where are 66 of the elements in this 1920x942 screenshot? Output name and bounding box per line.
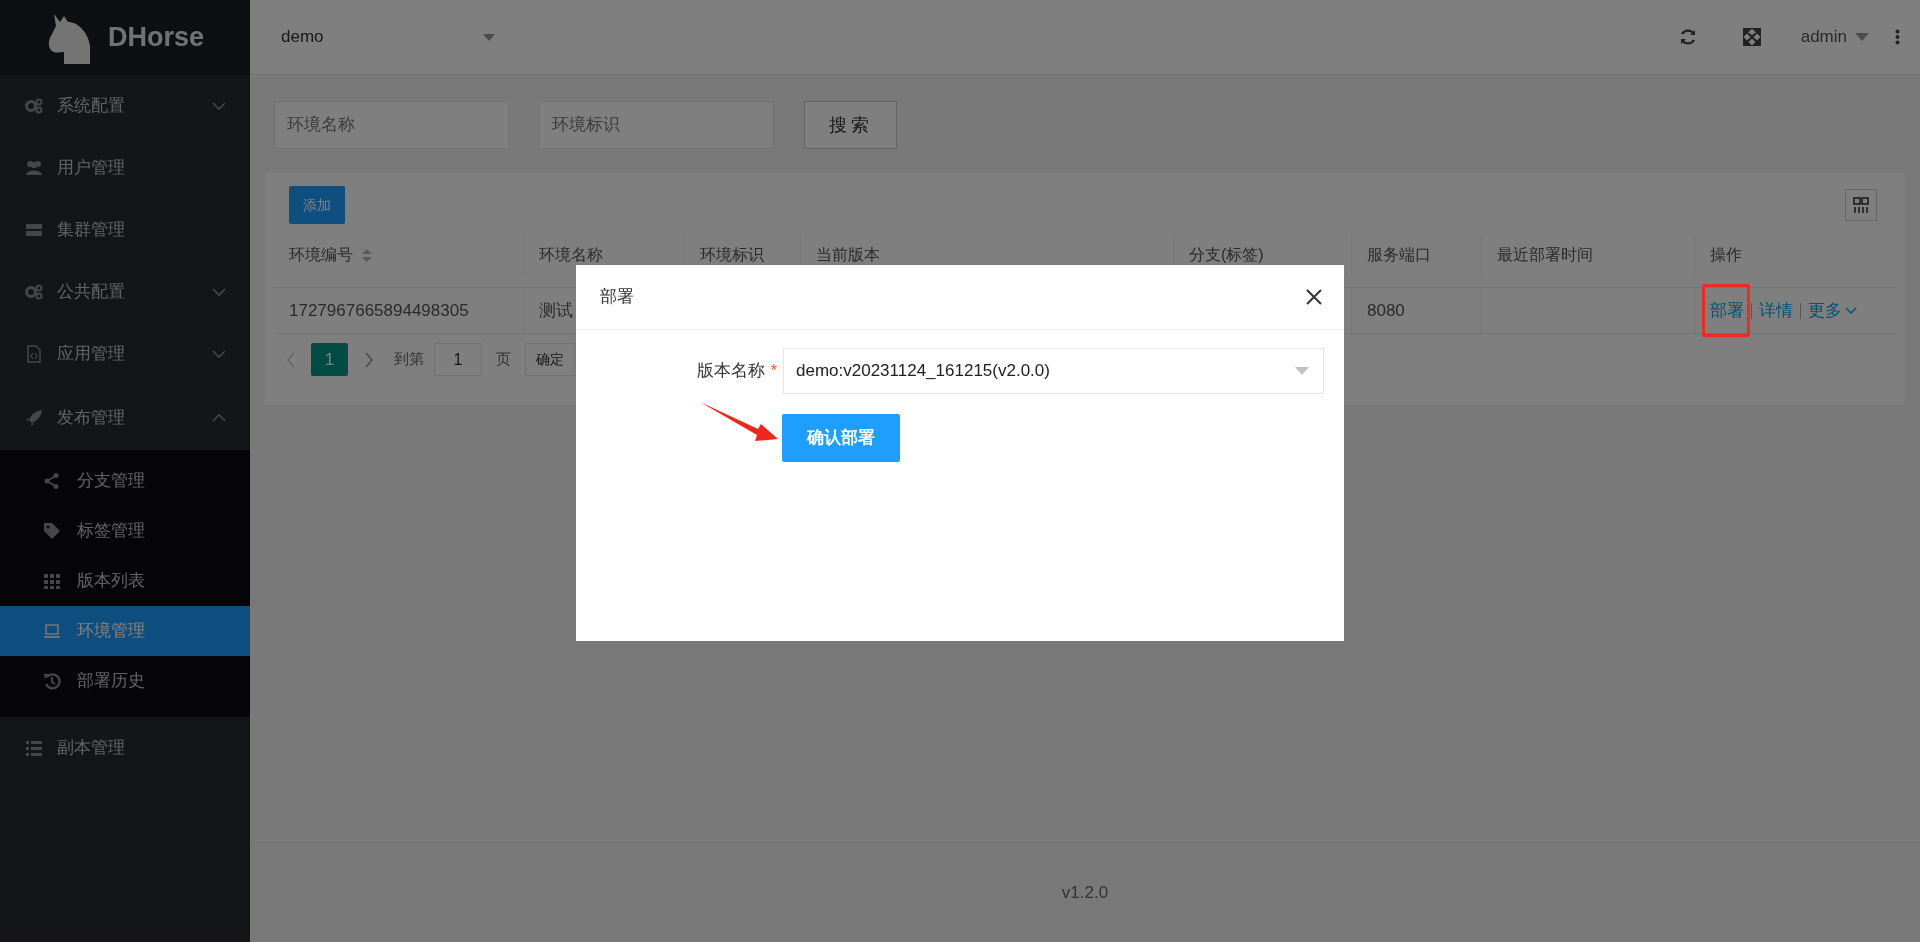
action-link[interactable]: 详情 bbox=[1759, 297, 1793, 324]
column-header[interactable]: 环境名称 bbox=[539, 243, 603, 267]
column-header[interactable]: 环境标识 bbox=[700, 243, 764, 267]
sidebar-item[interactable]: 用户管理 bbox=[0, 137, 250, 199]
table-cell-text: 1727967665894498305 bbox=[289, 299, 469, 322]
close-icon[interactable] bbox=[1306, 289, 1322, 305]
sidebar-item[interactable]: 环境管理 bbox=[0, 606, 250, 656]
chevron-left-icon bbox=[286, 351, 296, 368]
caret-icon bbox=[483, 33, 495, 41]
user-menu[interactable]: admin bbox=[1800, 24, 1869, 50]
field-label: 版本名称 bbox=[697, 360, 766, 383]
caret-icon bbox=[1855, 33, 1869, 41]
caret-icon bbox=[1295, 367, 1309, 375]
sidebar-item[interactable]: 应用管理 bbox=[0, 323, 250, 385]
column-header[interactable]: 最近部署时间 bbox=[1497, 243, 1593, 267]
app-logo-text: DHorse bbox=[108, 21, 204, 55]
column-header[interactable]: 当前版本 bbox=[816, 243, 880, 267]
sidebar-item[interactable]: 部署历史 bbox=[0, 656, 250, 706]
columns-icon bbox=[1853, 197, 1869, 213]
column-header[interactable]: 环境编号 bbox=[289, 243, 353, 267]
search-field[interactable]: 环境名称 bbox=[274, 101, 509, 149]
dialog-title: 部署 bbox=[600, 286, 634, 309]
action-link[interactable]: 部署 bbox=[1710, 297, 1744, 324]
sidebar-item[interactable]: 副本管理 bbox=[0, 717, 250, 779]
version-text: v1.2.0 bbox=[1061, 881, 1109, 904]
gears-icon bbox=[25, 283, 43, 301]
code-file-icon bbox=[25, 345, 43, 363]
sidebar-item[interactable]: 集群管理 bbox=[0, 199, 250, 261]
pagination-label: 到第 bbox=[394, 349, 424, 370]
sidebar-item[interactable]: 标签管理 bbox=[0, 506, 250, 556]
table-cell-text: 测试 bbox=[539, 299, 573, 322]
gears-icon bbox=[25, 97, 43, 115]
table-cell-text: 8080 bbox=[1367, 299, 1405, 322]
more-dropdown[interactable]: 更多 bbox=[1808, 297, 1857, 324]
sidebar-item[interactable]: 版本列表 bbox=[0, 556, 250, 606]
sidebar-item[interactable]: 公共配置 bbox=[0, 261, 250, 323]
share-icon bbox=[43, 472, 61, 490]
tag-icon bbox=[43, 522, 61, 540]
page-input[interactable]: 1 bbox=[434, 343, 482, 376]
confirm-page-button[interactable]: 确定 bbox=[525, 343, 575, 376]
chevron-down-icon bbox=[1845, 306, 1857, 315]
users-icon bbox=[25, 159, 43, 177]
search-button[interactable]: 搜索 bbox=[804, 101, 897, 149]
column-toggle-button[interactable] bbox=[1845, 189, 1877, 221]
chevron-right-icon bbox=[364, 351, 374, 368]
sidebar-item[interactable]: 系统配置 bbox=[0, 75, 250, 137]
more-vertical-icon[interactable] bbox=[1895, 29, 1900, 45]
sidebar-item[interactable]: 发布管理 bbox=[0, 385, 250, 450]
laptop-icon bbox=[43, 622, 61, 640]
server-icon bbox=[25, 221, 43, 239]
column-header[interactable]: 分支(标签) bbox=[1189, 243, 1264, 267]
project-select[interactable]: demo bbox=[281, 24, 495, 50]
list-icon bbox=[25, 739, 43, 757]
refresh-icon[interactable] bbox=[1678, 28, 1697, 46]
search-field[interactable]: 环境标识 bbox=[539, 101, 774, 149]
version-select[interactable]: demo:v20231124_161215(v2.0.0) bbox=[783, 348, 1324, 394]
current-page[interactable]: 1 bbox=[311, 343, 348, 376]
pagination-label: 页 bbox=[496, 349, 511, 370]
add-button[interactable]: 添加 bbox=[289, 186, 345, 224]
history-icon bbox=[43, 672, 61, 690]
required-mark: * bbox=[770, 360, 777, 383]
column-header[interactable]: 服务端口 bbox=[1367, 243, 1431, 267]
grid-icon bbox=[43, 572, 61, 590]
column-header[interactable]: 操作 bbox=[1710, 243, 1742, 267]
confirm-deploy-button[interactable]: 确认部署 bbox=[782, 414, 900, 462]
sidebar-item[interactable]: 分支管理 bbox=[0, 456, 250, 506]
